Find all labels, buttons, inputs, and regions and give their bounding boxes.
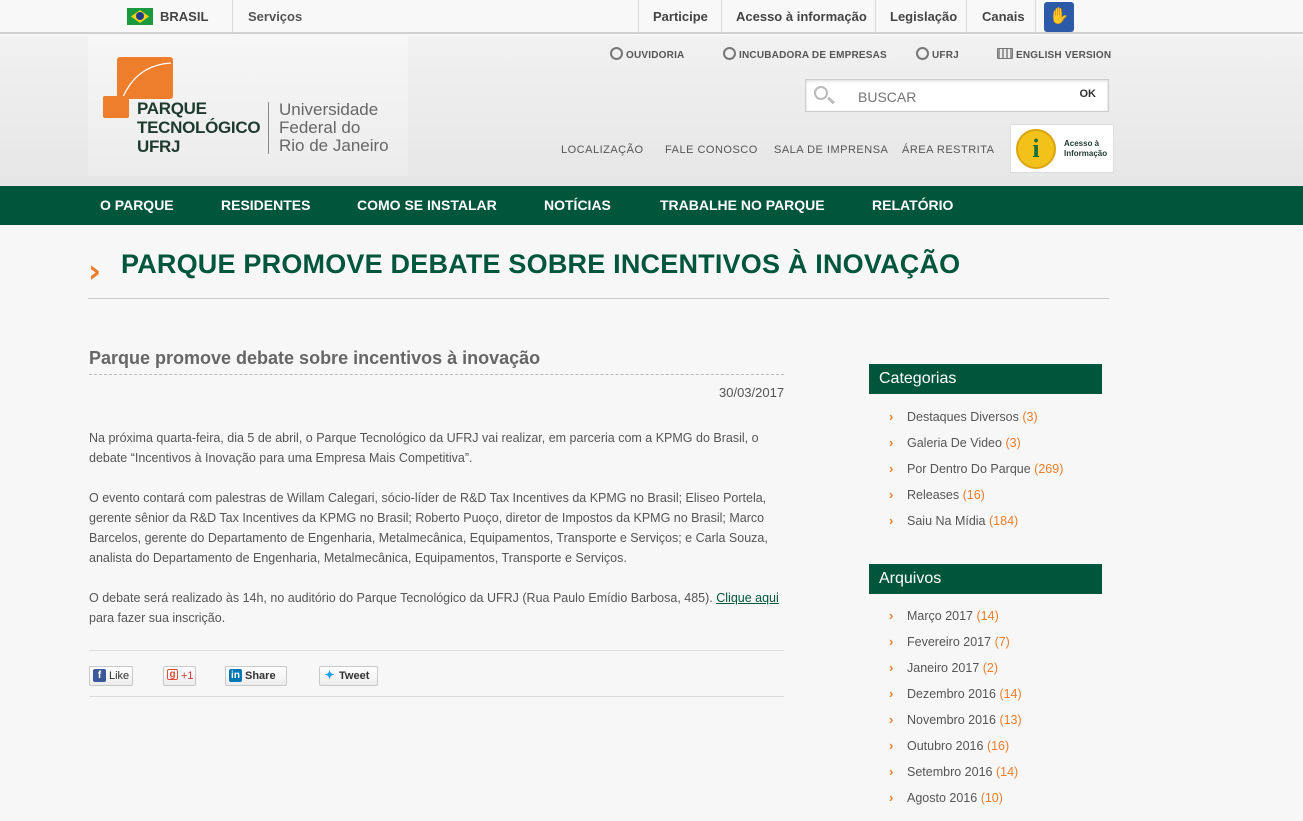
acesso-badge-line2: Informação: [1064, 149, 1108, 158]
logo-text-parque: PARQUE: [137, 99, 207, 118]
facebook-icon: f: [93, 669, 106, 682]
logo-univ-line2: Federal do: [279, 118, 361, 137]
chevron-right-icon: ›: [889, 660, 894, 675]
gov-canais-link[interactable]: Canais: [982, 0, 1025, 33]
government-bar: BRASIL Serviços Participe Acesso à infor…: [0, 0, 1303, 34]
chevron-right-icon: ›: [889, 738, 894, 753]
logo-mark-small: [103, 96, 129, 118]
chevron-right-icon: ›: [889, 435, 894, 450]
ouvidoria-link[interactable]: OUVIDORIA: [610, 47, 684, 61]
area-restrita-link[interactable]: ÁREA RESTRITA: [902, 144, 994, 156]
categories-heading: Categorias: [869, 364, 1102, 394]
title-divider: [88, 298, 1109, 299]
facebook-like-button[interactable]: f Like: [89, 666, 133, 686]
nav-noticias[interactable]: NOTÍCIAS: [544, 186, 611, 225]
brazil-flag-icon: [127, 8, 153, 25]
archives-heading: Arquivos: [869, 564, 1102, 594]
sala-de-imprensa-link[interactable]: SALA DE IMPRENSA: [774, 144, 888, 156]
chevron-right-icon: ›: [889, 790, 894, 805]
nav-residentes[interactable]: RESIDENTES: [221, 186, 310, 225]
fale-conosco-link[interactable]: FALE CONOSCO: [665, 144, 758, 156]
chevron-right-icon: ›: [889, 487, 894, 502]
logo-text-ufrj: UFRJ: [137, 137, 181, 156]
gov-participe-link[interactable]: Participe: [653, 0, 708, 33]
share-divider-bottom: [89, 696, 784, 697]
share-divider-top: [89, 650, 784, 651]
sign-language-icon[interactable]: ✋: [1044, 2, 1074, 32]
search-box: OK: [805, 79, 1109, 112]
article-paragraph-3: O debate será realizado às 14h, no audit…: [89, 591, 779, 625]
nav-relatorio[interactable]: RELATÓRIO: [872, 186, 953, 225]
twitter-tweet-button[interactable]: ✦ Tweet: [319, 666, 378, 686]
info-icon: i: [1016, 129, 1056, 169]
ufrj-link[interactable]: UFRJ: [916, 47, 959, 61]
acesso-informacao-badge[interactable]: i Acesso à Informação: [1010, 124, 1114, 173]
article-paragraph-2: O evento contará com palestras de Willam…: [89, 491, 768, 565]
linkedin-share-button[interactable]: in Share: [225, 666, 287, 686]
chevron-right-icon: ›: [889, 712, 894, 727]
nav-trabalhe-no-parque[interactable]: TRABALHE NO PARQUE: [660, 186, 825, 225]
gov-legislacao-link[interactable]: Legislação: [890, 0, 957, 33]
search-icon: [814, 86, 828, 100]
chevron-right-icon: ›: [889, 513, 894, 528]
chevron-right-icon: ›: [889, 764, 894, 779]
google-plus-icon: g: [167, 669, 178, 680]
twitter-bird-icon: ✦: [324, 668, 335, 682]
localizacao-link[interactable]: LOCALIZAÇÃO: [561, 144, 644, 156]
chevron-right-icon: ›: [889, 409, 894, 424]
logo-mark-icon: [117, 57, 173, 99]
chevron-right-icon: ›: [889, 608, 894, 623]
english-version-link[interactable]: ENGLISH VERSION: [997, 48, 1111, 61]
article-title: Parque promove debate sobre incentivos à…: [89, 348, 541, 368]
main-nav: O PARQUE RESIDENTES COMO SE INSTALAR NOT…: [0, 186, 1303, 225]
gov-acesso-informacao-link[interactable]: Acesso à informação: [736, 0, 867, 33]
article-title-divider: [89, 374, 784, 375]
logo-divider: [268, 102, 269, 154]
search-input[interactable]: [858, 87, 1058, 107]
search-ok-button[interactable]: OK: [1080, 88, 1097, 100]
logo-text-tecnologico: TECNOLÓGICO: [137, 118, 261, 137]
logo-univ-line1: Universidade: [279, 100, 379, 119]
emblem-icon: [916, 47, 929, 61]
chevron-right-icon: ›: [889, 461, 894, 476]
gov-brasil-link[interactable]: BRASIL: [160, 0, 208, 33]
logo-univ-line3: Rio de Janeiro: [279, 136, 389, 155]
nav-o-parque[interactable]: O PARQUE: [100, 186, 174, 225]
chevron-right-icon: ›: [889, 634, 894, 649]
chat-bubble-icon: [610, 47, 623, 61]
linkedin-icon: in: [229, 669, 242, 682]
refresh-icon: [723, 47, 736, 61]
article-date: 30/03/2017: [719, 385, 785, 400]
title-chevron-icon: ›: [88, 252, 102, 290]
page-title: PARQUE PROMOVE DEBATE SOBRE INCENTIVOS À…: [121, 249, 961, 279]
article-paragraph-1: Na próxima quarta-feira, dia 5 de abril,…: [89, 431, 759, 465]
incubadora-link[interactable]: INCUBADORA DE EMPRESAS: [723, 47, 887, 61]
google-plus-button[interactable]: g +1: [163, 666, 196, 686]
signup-link[interactable]: Clique aqui: [716, 591, 779, 605]
acesso-badge-line1: Acesso à: [1064, 139, 1100, 148]
uk-flag-icon: [997, 48, 1013, 60]
gov-services-link[interactable]: Serviços: [248, 0, 302, 33]
nav-como-se-instalar[interactable]: COMO SE INSTALAR: [357, 186, 497, 225]
chevron-right-icon: ›: [889, 686, 894, 701]
